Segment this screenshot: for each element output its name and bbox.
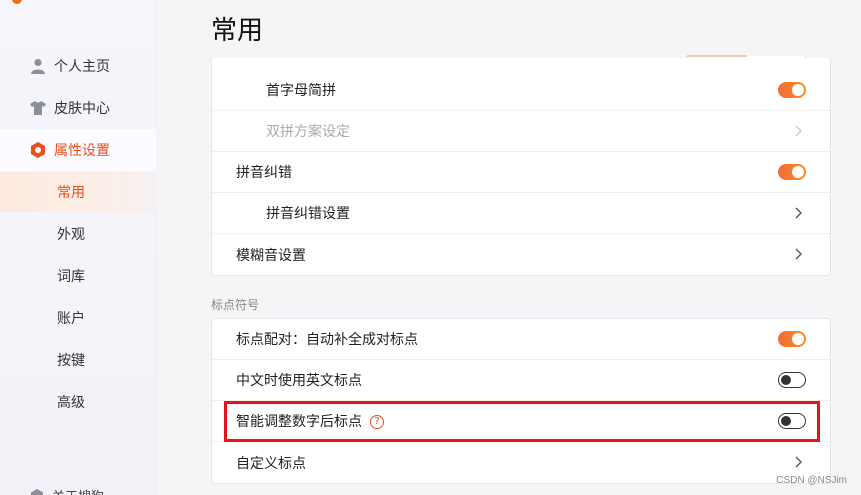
toggle-switch-on[interactable] bbox=[778, 82, 806, 98]
sidebar-subitem-keys[interactable]: 按键 bbox=[0, 340, 156, 380]
settings-row-custom-punct[interactable]: 自定义标点 bbox=[212, 442, 830, 483]
sidebar-item-label: 属性设置 bbox=[54, 143, 110, 159]
chevron-right-icon[interactable] bbox=[792, 125, 804, 137]
sidebar-item-profile[interactable]: 个人主页 bbox=[0, 45, 156, 87]
sidebar-subitem-common[interactable]: 常用 bbox=[0, 172, 156, 212]
page-title: 常用 bbox=[211, 16, 264, 46]
watermark: CSDN @NSJim bbox=[776, 475, 847, 486]
settings-card-pinyin: 首字母简拼 双拼方案设定 拼音纠错 拼音纠错设置 模糊音设置 bbox=[211, 58, 831, 276]
sidebar-item-about[interactable]: 关于搜狗 bbox=[30, 486, 104, 495]
sidebar-item-properties[interactable]: 属性设置 bbox=[0, 129, 156, 171]
row-label: 模糊音设置 bbox=[236, 247, 306, 264]
about-icon bbox=[30, 488, 44, 495]
sidebar-item-label: 皮肤中心 bbox=[54, 101, 110, 117]
chevron-right-icon[interactable] bbox=[792, 456, 804, 468]
sidebar-item-skin[interactable]: 皮肤中心 bbox=[0, 87, 156, 129]
row-label: 自定义标点 bbox=[236, 455, 306, 472]
app-logo bbox=[12, 0, 22, 4]
settings-row-english-punct: 中文时使用英文标点 bbox=[212, 360, 830, 401]
toggle-switch-off[interactable] bbox=[778, 413, 806, 429]
toggle-switch-on[interactable] bbox=[778, 331, 806, 347]
sidebar-subitem-account[interactable]: 账户 bbox=[0, 298, 156, 338]
sidebar-item-label: 个人主页 bbox=[54, 59, 110, 75]
row-label-with-help: 智能调整数字后标点? bbox=[236, 411, 384, 431]
sidebar-item-label: 关于搜狗 bbox=[52, 486, 104, 495]
settings-row-correction-settings[interactable]: 拼音纠错设置 bbox=[212, 193, 830, 234]
settings-row-initials: 首字母简拼 bbox=[212, 70, 830, 111]
sidebar: 个人主页 皮肤中心 属性设置 常用 外观 词库 账户 按键 高级 关于搜狗 bbox=[0, 0, 156, 495]
sidebar-subitem-appearance[interactable]: 外观 bbox=[0, 214, 156, 254]
card-top-spacer bbox=[212, 58, 830, 70]
sidebar-subitem-dictionary[interactable]: 词库 bbox=[0, 256, 156, 296]
help-icon[interactable]: ? bbox=[370, 415, 384, 429]
section-label-punctuation: 标点符号 bbox=[211, 298, 260, 312]
row-label: 拼音纠错设置 bbox=[266, 206, 350, 222]
row-label: 拼音纠错 bbox=[236, 165, 292, 181]
row-label: 标点配对：自动补全成对标点 bbox=[236, 332, 418, 348]
row-label: 中文时使用英文标点 bbox=[236, 373, 362, 389]
settings-row-pinyin-correction: 拼音纠错 bbox=[212, 152, 830, 193]
chevron-right-icon[interactable] bbox=[792, 207, 804, 219]
hexagon-settings-icon bbox=[30, 142, 46, 158]
row-label: 智能调整数字后标点 bbox=[236, 414, 362, 430]
toggle-switch-off[interactable] bbox=[778, 372, 806, 388]
row-label: 首字母简拼 bbox=[266, 83, 336, 99]
toggle-switch-on[interactable] bbox=[778, 164, 806, 180]
settings-card-punctuation: 标点配对：自动补全成对标点 中文时使用英文标点 智能调整数字后标点? 自定义标点 bbox=[211, 318, 831, 484]
user-icon bbox=[30, 58, 46, 74]
sidebar-subitem-advanced[interactable]: 高级 bbox=[0, 382, 156, 422]
settings-row-fuzzy[interactable]: 模糊音设置 bbox=[212, 234, 830, 275]
settings-row-pair-punct: 标点配对：自动补全成对标点 bbox=[212, 319, 830, 360]
settings-row-smart-punct: 智能调整数字后标点? bbox=[212, 401, 830, 442]
shirt-icon bbox=[30, 100, 46, 116]
row-label: 双拼方案设定 bbox=[266, 124, 350, 140]
settings-row-shuangpin: 双拼方案设定 bbox=[212, 111, 830, 152]
chevron-right-icon[interactable] bbox=[792, 248, 804, 260]
